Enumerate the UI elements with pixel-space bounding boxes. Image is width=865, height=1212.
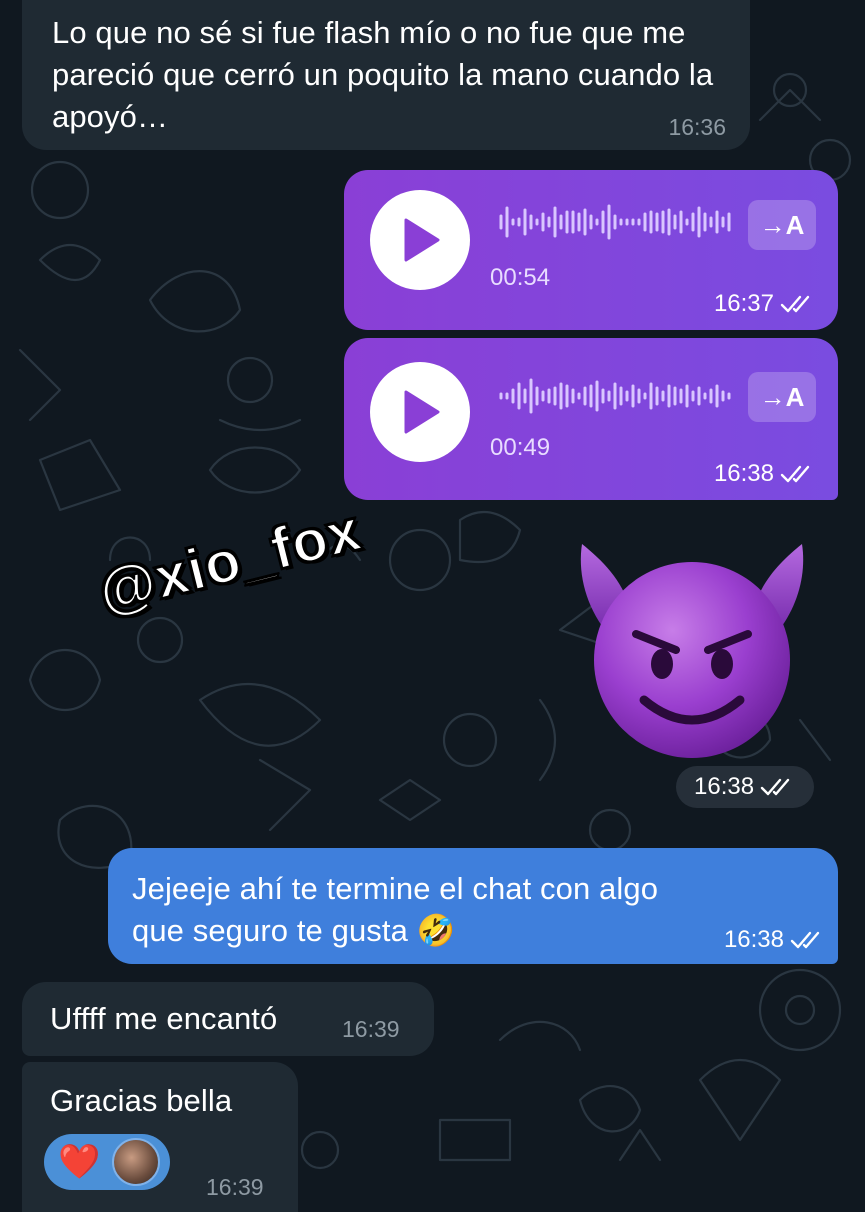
double-check-icon bbox=[760, 778, 790, 796]
play-icon bbox=[404, 390, 440, 434]
waveform-icon[interactable] bbox=[499, 200, 739, 244]
voice-message-bubble[interactable]: →A 00:54 16:37 bbox=[344, 170, 838, 330]
play-button[interactable] bbox=[370, 190, 470, 290]
waveform-icon[interactable] bbox=[499, 374, 739, 418]
message-timestamp: 16:36 bbox=[668, 114, 726, 140]
incoming-message-bubble[interactable]: Gracias bella ❤️ 16:39 bbox=[22, 1062, 298, 1212]
play-icon bbox=[404, 218, 440, 262]
message-text: Jejeeje ahí te termine el chat con algo … bbox=[132, 871, 659, 948]
message-status: 16:38 bbox=[714, 460, 816, 488]
message-status: 16:37 bbox=[714, 290, 816, 318]
transcribe-button[interactable]: →A bbox=[748, 372, 816, 422]
voice-duration: 00:54 bbox=[490, 264, 551, 291]
message-text: Uffff me encantó bbox=[50, 1001, 278, 1036]
message-timestamp: 16:39 bbox=[342, 1016, 400, 1042]
message-text: Gracias bella bbox=[50, 1083, 233, 1118]
voice-message-bubble[interactable]: →A 00:49 16:38 bbox=[344, 338, 838, 500]
double-check-icon bbox=[780, 295, 810, 313]
heart-icon: ❤️ bbox=[58, 1143, 101, 1181]
double-check-icon bbox=[780, 465, 810, 483]
double-check-icon bbox=[790, 931, 820, 949]
transcribe-button[interactable]: →A bbox=[748, 200, 816, 250]
message-timestamp: 16:38 bbox=[694, 773, 755, 800]
voice-duration: 00:49 bbox=[490, 434, 551, 461]
message-timestamp: 16:37 bbox=[713, 290, 774, 317]
message-text: Lo que no sé si fue flash mío o no fue q… bbox=[52, 15, 714, 134]
sticker-timestamp-chip: 16:38 bbox=[676, 766, 815, 808]
reaction-pill[interactable]: ❤️ bbox=[44, 1134, 170, 1190]
message-timestamp: 16:39 bbox=[206, 1174, 264, 1200]
message-status: 16:38 bbox=[724, 926, 826, 954]
play-button[interactable] bbox=[370, 362, 470, 462]
message-timestamp: 16:38 bbox=[723, 926, 784, 953]
outgoing-message-bubble[interactable]: Jejeeje ahí te termine el chat con algo … bbox=[108, 848, 838, 964]
incoming-message-bubble[interactable]: Uffff me encantó 16:39 bbox=[22, 982, 434, 1056]
avatar bbox=[112, 1138, 161, 1186]
smiling-face-with-horns-sticker[interactable] bbox=[572, 530, 812, 760]
message-timestamp: 16:38 bbox=[713, 460, 774, 487]
incoming-message-bubble[interactable]: Lo que no sé si fue flash mío o no fue q… bbox=[22, 0, 750, 150]
